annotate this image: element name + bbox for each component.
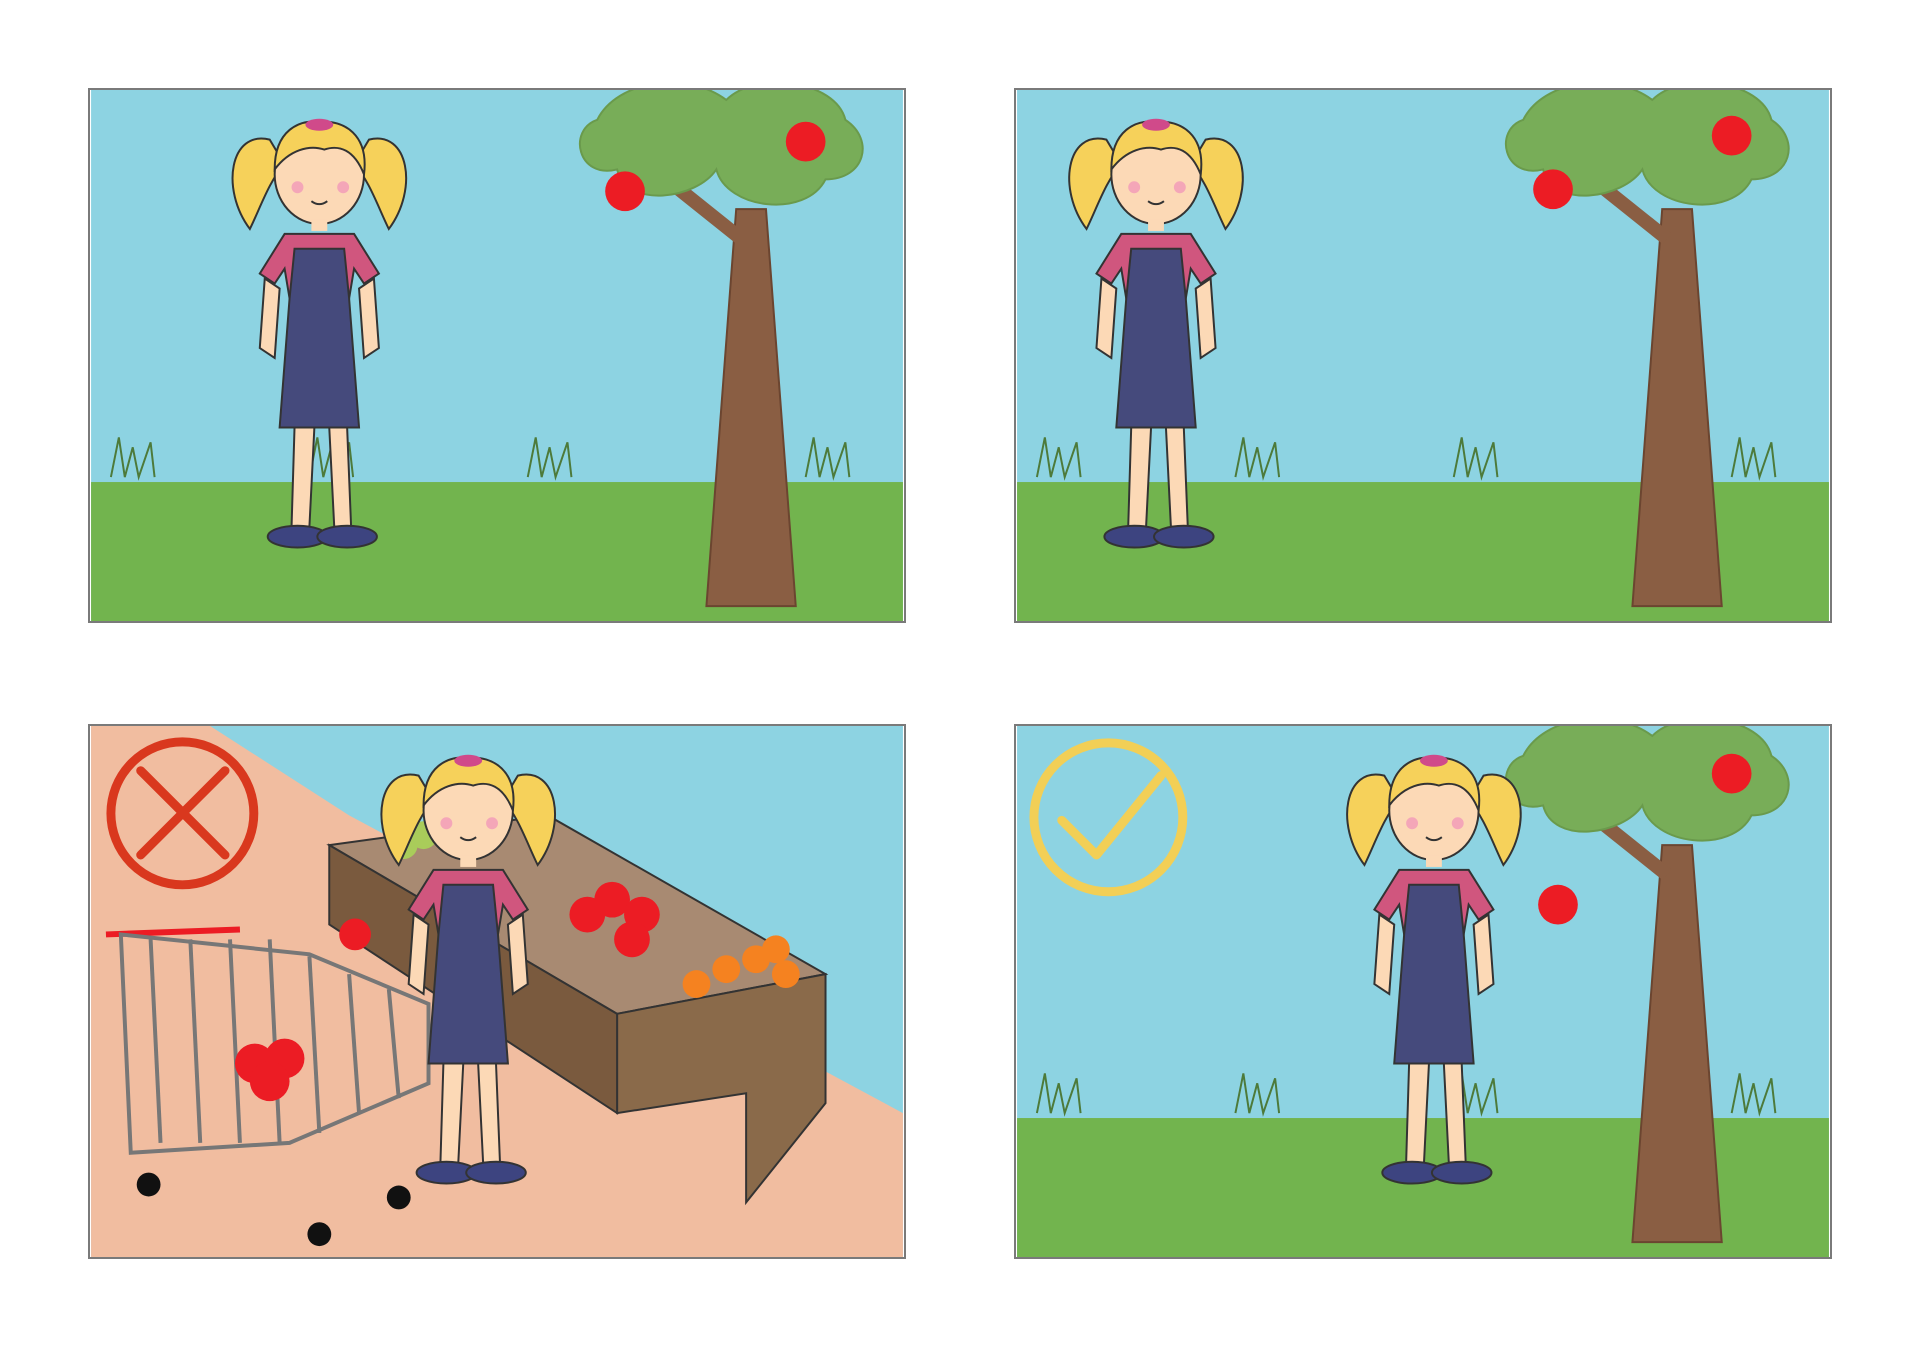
panel-store-wrong: [88, 724, 906, 1259]
park-scene: [1017, 726, 1829, 1257]
panel-noticing-apple: [1014, 88, 1832, 623]
apple-icon: [249, 1061, 290, 1102]
apple-icon: [1711, 753, 1752, 794]
cart-wheel: [136, 1172, 161, 1197]
panel-walking: [88, 88, 906, 623]
apple-icon: [339, 918, 371, 951]
park-scene: [91, 90, 903, 621]
cart-wheel: [307, 1222, 332, 1247]
apple-icon: [785, 121, 826, 162]
park-scene: [1017, 90, 1829, 621]
panel-tree-right: [1014, 724, 1832, 1259]
apple-icon: [1711, 115, 1752, 156]
apple-icon: [605, 171, 645, 212]
apple-icon: [1538, 884, 1578, 925]
store-scene: [91, 726, 903, 1257]
cart-wheel: [386, 1185, 411, 1210]
apple-icon: [1533, 169, 1573, 210]
